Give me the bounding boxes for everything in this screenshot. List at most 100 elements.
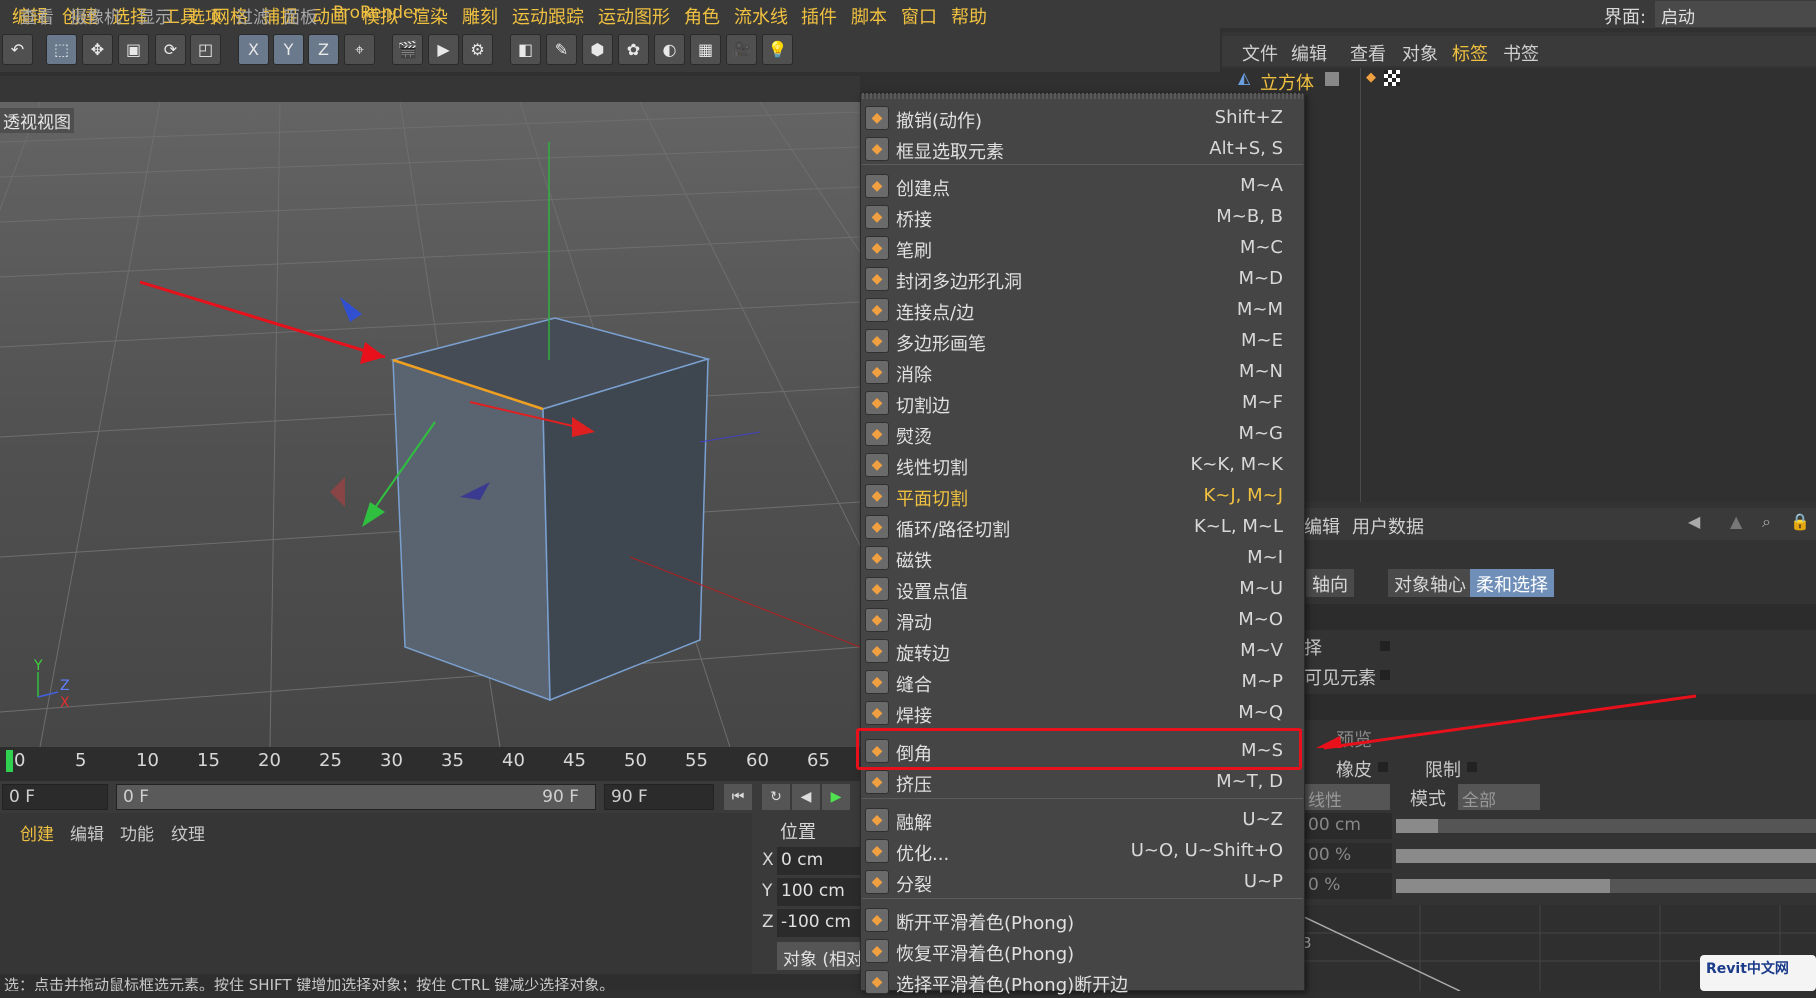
menu-item-slide[interactable]: ◆ 滑动 M~O — [860, 605, 1305, 636]
z-axis-icon[interactable]: Z — [308, 34, 339, 65]
object-menu-3[interactable]: 对象 — [1402, 40, 1438, 66]
coord-mode-dropdown[interactable]: 对象 (相对 — [777, 942, 863, 970]
frame-range-slider[interactable]: 0 F 90 F — [116, 784, 596, 810]
playhead[interactable] — [6, 750, 13, 772]
menu-item-loop-cut[interactable]: ◆ 循环/路径切割 K~L, M~L — [860, 512, 1305, 543]
coord-y-field[interactable]: 100 cm — [777, 878, 863, 906]
light-icon[interactable]: 💡 — [762, 34, 793, 65]
render-settings-icon[interactable]: ⚙ — [462, 34, 493, 65]
attr-menu-userdata[interactable]: 用户数据 — [1352, 513, 1424, 539]
menu-item-set-point[interactable]: ◆ 设置点值 M~U — [860, 574, 1305, 605]
menu-item-iron[interactable]: ◆ 熨烫 M~G — [860, 419, 1305, 450]
menu-15[interactable]: 脚本 — [851, 3, 887, 29]
menu-10[interactable]: 运动跟踪 — [512, 3, 584, 29]
render-view-icon[interactable]: 🎬 — [392, 34, 423, 65]
viewport-menu-0[interactable]: 查看 — [20, 3, 54, 28]
viewport-menu-4[interactable]: 过滤 — [236, 3, 270, 28]
play-icon[interactable]: ▶ — [822, 784, 850, 810]
menu-item-undo[interactable]: ◆ 撤销(动作) Shift+Z — [860, 103, 1305, 134]
menu-item-close-hole[interactable]: ◆ 封闭多边形孔洞 M~D — [860, 264, 1305, 295]
phong-tag-icon[interactable]: ◆ — [1366, 70, 1380, 86]
menu-item-split[interactable]: ◆ 分裂 U~P — [860, 867, 1305, 898]
menu-item-optimize[interactable]: ◆ 优化... U~O, U~Shift+O — [860, 836, 1305, 867]
menu-item-select-phong[interactable]: ◆ 选择平滑着色(Phong)断开边 — [860, 967, 1305, 998]
deformer-icon[interactable]: ◐ — [654, 34, 685, 65]
width-field[interactable]: 0 % — [1304, 873, 1392, 899]
recent-tools-icon[interactable]: ◰ — [190, 34, 221, 65]
menu-item-bridge[interactable]: ◆ 桥接 M~B, B — [860, 202, 1305, 233]
menu-item-stitch[interactable]: ◆ 缝合 M~P — [860, 667, 1305, 698]
attr-menu-edit[interactable]: 编辑 — [1304, 513, 1340, 539]
y-axis-icon[interactable]: Y — [273, 34, 304, 65]
menu-item-create-point[interactable]: ◆ 创建点 M~A — [860, 171, 1305, 202]
object-menu-1[interactable]: 编辑 — [1291, 40, 1327, 66]
menu-17[interactable]: 帮助 — [951, 3, 987, 29]
menu-12[interactable]: 角色 — [684, 3, 720, 29]
menu-16[interactable]: 窗口 — [901, 3, 937, 29]
array-icon[interactable]: ✿ — [618, 34, 649, 65]
menu-item-unbreak-phong[interactable]: ◆ 恢复平滑着色(Phong) — [860, 936, 1305, 967]
menu-item-brush[interactable]: ◆ 笔刷 M~C — [860, 233, 1305, 264]
menu-item-connect[interactable]: ◆ 连接点/边 M~M — [860, 295, 1305, 326]
object-tree[interactable] — [1222, 68, 1816, 502]
layout-dropdown[interactable]: 启动 — [1655, 1, 1816, 28]
checkbox-rubber[interactable] — [1378, 762, 1388, 772]
menu-item-frame-selected[interactable]: ◆ 框显选取元素 Alt+S, S — [860, 134, 1305, 165]
viewport[interactable] — [0, 102, 860, 747]
menu-item-break-phong[interactable]: ◆ 断开平滑着色(Phong) — [860, 905, 1305, 936]
texture-tag-icon[interactable] — [1384, 70, 1400, 86]
object-menu-2[interactable]: 查看 — [1350, 40, 1386, 66]
tab-axis[interactable]: 轴向 — [1306, 569, 1354, 597]
coord-x-field[interactable]: 0 cm — [777, 847, 863, 875]
cube-object[interactable] — [390, 317, 711, 702]
mode-dropdown[interactable]: 全部 — [1458, 784, 1540, 811]
menu-item-edge-cut[interactable]: ◆ 切割边 M~F — [860, 388, 1305, 419]
timeline[interactable] — [0, 747, 860, 781]
menu-11[interactable]: 运动图形 — [598, 3, 670, 29]
floor-icon[interactable]: ▦ — [690, 34, 721, 65]
object-menu-4[interactable]: 标签 — [1452, 40, 1488, 66]
cube-icon[interactable]: ◧ — [510, 34, 541, 65]
move-icon[interactable]: ✥ — [82, 34, 113, 65]
loop-icon[interactable]: ↻ — [762, 784, 790, 810]
editor-visibility-icon[interactable] — [1325, 72, 1339, 86]
menu-tear-handle[interactable] — [862, 93, 1303, 99]
camera-icon[interactable]: 🎥 — [726, 34, 757, 65]
menu-item-weld[interactable]: ◆ 焊接 M~Q — [860, 698, 1305, 729]
checkbox-select[interactable] — [1380, 641, 1390, 651]
live-select-icon[interactable]: ⬚ — [46, 34, 77, 65]
menu-item-extrude[interactable]: ◆ 挤压 M~T, D — [860, 767, 1305, 798]
end-frame-field[interactable]: 90 F — [604, 784, 714, 810]
checkbox-limit[interactable] — [1467, 762, 1477, 772]
menu-item-dissolve[interactable]: ◆ 消除 M~N — [860, 357, 1305, 388]
menu-9[interactable]: 雕刻 — [462, 3, 498, 29]
radius-slider[interactable] — [1396, 819, 1816, 833]
radius-field[interactable]: 00 cm — [1304, 813, 1392, 839]
object-menu-0[interactable]: 文件 — [1242, 40, 1278, 66]
coord-z-field[interactable]: -100 cm — [777, 909, 863, 937]
menu-14[interactable]: 插件 — [801, 3, 837, 29]
lock-icon[interactable]: 🔒 — [1790, 512, 1810, 531]
menu-item-plane-cut[interactable]: ◆ 平面切割 K~J, M~J — [860, 481, 1305, 512]
object-row-cube[interactable]: ◭ 立方体 — [1232, 68, 1378, 94]
tab-soft-selection[interactable]: 柔和选择 — [1470, 569, 1554, 597]
menu-item-spin-edge[interactable]: ◆ 旋转边 M~V — [860, 636, 1305, 667]
step-back-icon[interactable]: ◀ — [792, 784, 820, 810]
falloff-dropdown[interactable]: 线性 — [1304, 784, 1390, 811]
material-tab-1[interactable]: 编辑 — [70, 820, 104, 845]
scale-icon[interactable]: ▣ — [118, 34, 149, 65]
rotate-icon[interactable]: ⟳ — [155, 34, 186, 65]
menu-item-magnet[interactable]: ◆ 磁铁 M~I — [860, 543, 1305, 574]
viewport-menu-5[interactable]: 面板 — [283, 3, 317, 28]
viewport-menu-1[interactable]: 摄像机 — [70, 3, 121, 28]
render-picture-viewer-icon[interactable]: ▶ — [428, 34, 459, 65]
pen-icon[interactable]: ✎ — [546, 34, 577, 65]
menu-item-polygon-pen[interactable]: ◆ 多边形画笔 M~E — [860, 326, 1305, 357]
search-icon[interactable]: ⌕ — [1762, 512, 1771, 532]
viewport-menu-2[interactable]: 显示 — [138, 3, 172, 28]
object-menu-5[interactable]: 书签 — [1503, 40, 1539, 66]
x-axis-icon[interactable]: X — [238, 34, 269, 65]
current-frame-field[interactable]: 0 F — [2, 784, 108, 810]
strength-field[interactable]: 00 % — [1304, 843, 1392, 869]
material-tab-0[interactable]: 创建 — [20, 820, 54, 845]
